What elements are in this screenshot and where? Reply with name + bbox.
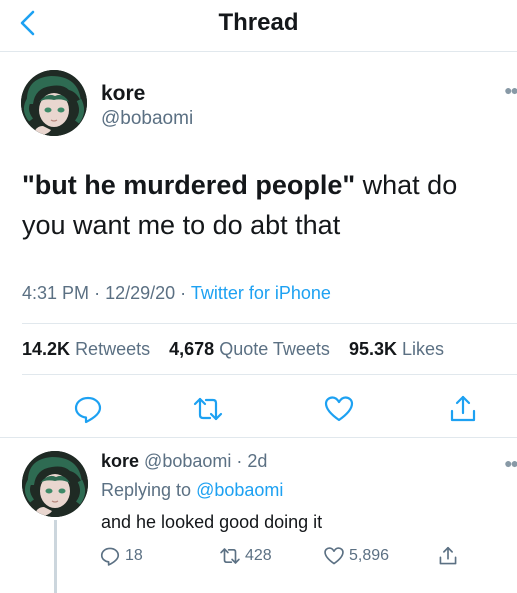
reply-reply-button[interactable]: 18 xyxy=(99,543,143,569)
retweets-stat[interactable]: 14.2K Retweets xyxy=(22,339,150,359)
quote-tweets-label: Quote Tweets xyxy=(219,339,330,359)
avatar[interactable] xyxy=(21,70,87,136)
tweet-stats: 14.2K Retweets 4,678 Quote Tweets 95.3K … xyxy=(22,339,458,360)
likes-label: Likes xyxy=(402,339,445,359)
tweet-text-quote: "but he murdered people" xyxy=(22,170,356,200)
reply-retweet-button[interactable]: 428 xyxy=(219,543,272,569)
likes-count: 95.3K xyxy=(348,339,397,359)
reply-header: kore @bobaomi · 2d xyxy=(101,451,268,471)
divider xyxy=(0,437,517,438)
divider xyxy=(22,374,517,375)
reply-text: and he looked good doing it xyxy=(101,512,323,532)
quote-tweets-stat[interactable]: 4,678 Quote Tweets xyxy=(169,339,330,359)
replying-label: Replying to xyxy=(101,480,192,500)
more-icon[interactable]: ●● xyxy=(504,82,517,98)
tweet-meta: 4:31 PM · 12/29/20 · Twitter for iPhone xyxy=(22,283,331,303)
reply-time: 2d xyxy=(247,451,268,471)
replying-to: Replying to @bobaomi xyxy=(101,480,283,501)
like-icon xyxy=(324,547,344,565)
tweet-date: 12/29/20 xyxy=(105,283,176,303)
likes-stat[interactable]: 95.3K Likes xyxy=(349,339,444,359)
retweets-label: Retweets xyxy=(75,339,151,359)
like-button[interactable] xyxy=(323,393,355,425)
reply-retweets-count: 428 xyxy=(245,547,272,564)
tweet-text: "but he murdered people" what do you wan… xyxy=(22,165,502,245)
reply-likes-count: 5,896 xyxy=(349,547,390,564)
author-handle[interactable]: @bobaomi xyxy=(101,108,193,130)
share-icon xyxy=(450,395,476,422)
retweet-icon xyxy=(193,397,223,421)
tweet-source-link[interactable]: Twitter for iPhone xyxy=(191,283,331,303)
reply-replies-count: 18 xyxy=(125,547,143,564)
retweet-icon xyxy=(220,548,240,564)
share-button[interactable] xyxy=(447,393,479,425)
reply-author-name[interactable]: kore xyxy=(101,451,139,471)
retweet-button[interactable] xyxy=(192,393,224,425)
author-name[interactable]: kore xyxy=(101,82,145,106)
thread-line xyxy=(54,520,57,593)
avatar-image xyxy=(22,451,88,517)
divider xyxy=(22,323,517,324)
retweets-count: 14.2K xyxy=(22,339,71,359)
quote-tweets-count: 4,678 xyxy=(169,339,215,359)
reply-share-button[interactable] xyxy=(437,543,463,569)
reply-button[interactable] xyxy=(72,393,104,425)
replying-to-handle[interactable]: @bobaomi xyxy=(196,480,283,500)
reply-author-handle[interactable]: @bobaomi xyxy=(144,451,231,471)
thread-header: Thread xyxy=(0,0,517,52)
like-icon xyxy=(324,396,354,422)
reply-avatar[interactable] xyxy=(22,451,88,517)
reply-more-icon[interactable]: ●● xyxy=(504,455,517,471)
avatar-image xyxy=(21,70,87,136)
page-title: Thread xyxy=(218,9,299,36)
reply-icon xyxy=(74,396,102,424)
tweet-time: 4:31 PM xyxy=(22,283,90,303)
reply-like-button[interactable]: 5,896 xyxy=(323,543,389,569)
share-icon xyxy=(439,546,457,565)
reply-icon xyxy=(100,547,120,566)
